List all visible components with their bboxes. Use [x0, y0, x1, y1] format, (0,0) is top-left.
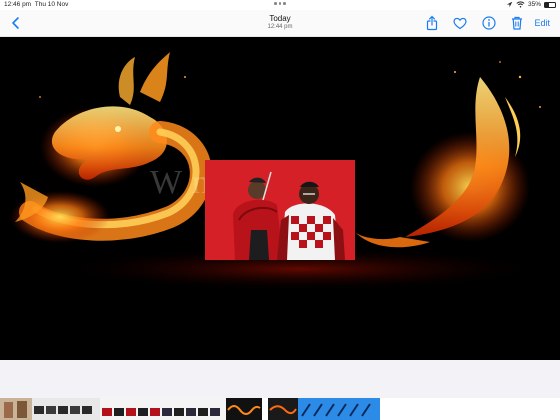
multitask-dots[interactable] [274, 2, 286, 5]
nav-bar: Today 12:44 pm Edit [0, 10, 560, 37]
info-icon[interactable] [481, 15, 497, 31]
location-icon [506, 1, 513, 8]
wifi-icon [516, 1, 525, 8]
photo-viewer[interactable]: W nts [0, 37, 560, 360]
two-people-image [205, 160, 355, 260]
status-time: 12:46 pm [4, 1, 32, 8]
battery-percent: 35% [527, 1, 541, 8]
status-right: 35% [506, 1, 556, 8]
trash-icon[interactable] [509, 15, 525, 31]
status-date: Thu 10 Nov [34, 1, 69, 8]
status-bar: 12:46 pm Thu 10 Nov 35% [0, 0, 560, 10]
thumbnail-images[interactable] [0, 398, 560, 420]
inset-photo [205, 160, 355, 260]
battery-icon [544, 1, 556, 8]
edit-button[interactable]: Edit [534, 18, 550, 28]
status-time-date: 12:46 pm Thu 10 Nov [4, 1, 68, 8]
heart-icon[interactable] [452, 15, 468, 31]
battery-fill [545, 2, 549, 7]
nav-title: Today [269, 14, 291, 23]
nav-subtitle: 12:44 pm [267, 24, 293, 30]
share-icon[interactable] [424, 15, 440, 31]
toolbar-spacer [0, 360, 560, 398]
thumbnail-strip[interactable] [0, 398, 560, 420]
